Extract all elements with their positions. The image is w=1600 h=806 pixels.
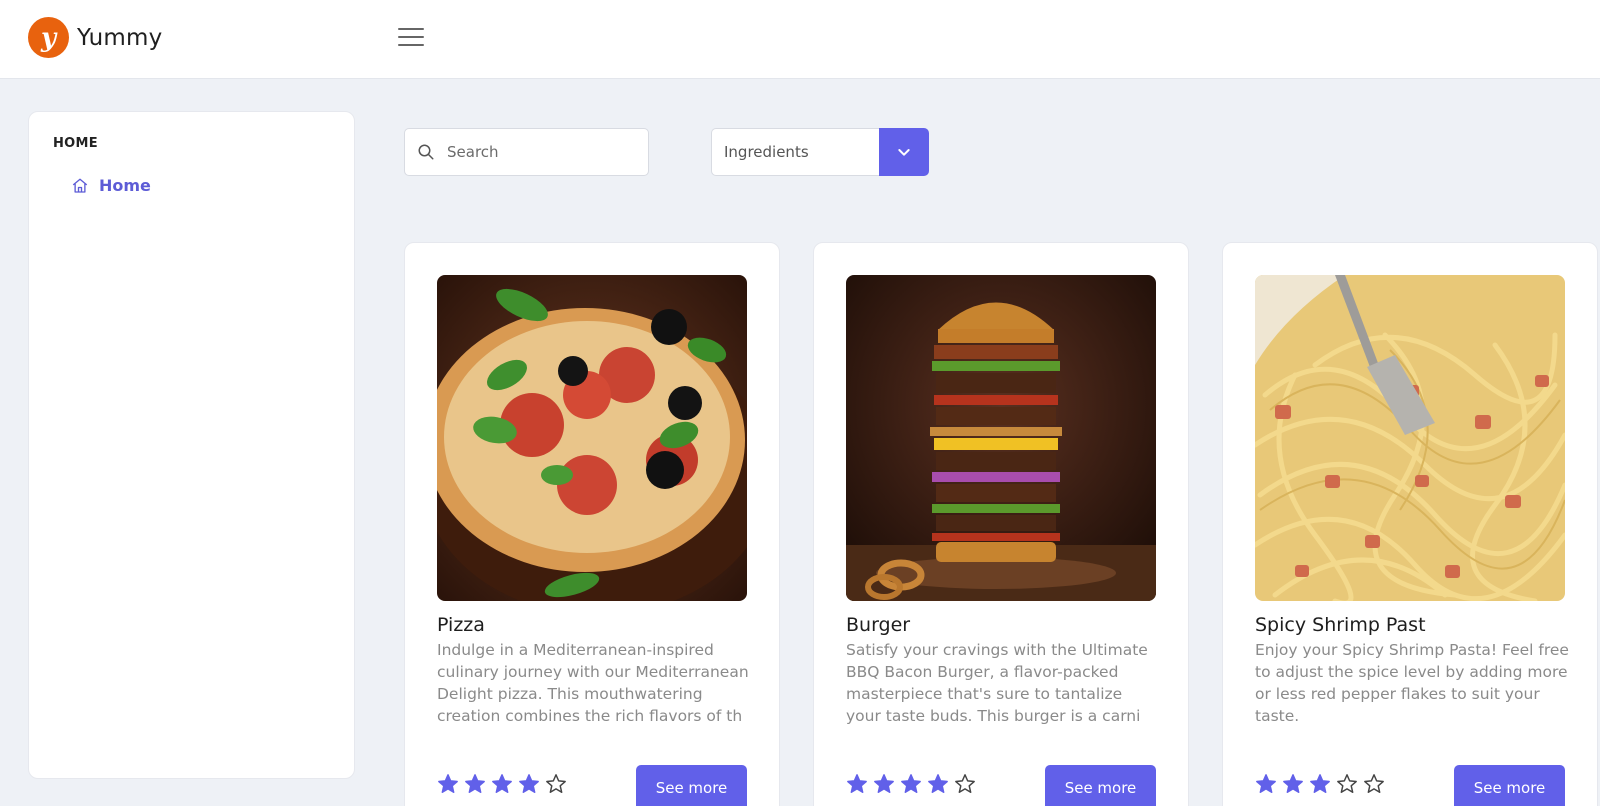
top-bar: y Yummy bbox=[0, 0, 1600, 79]
see-more-button[interactable]: See more bbox=[636, 765, 747, 806]
see-more-button[interactable]: See more bbox=[1454, 765, 1565, 806]
sidebar: HOME Home bbox=[28, 111, 355, 779]
recipe-title: Burger bbox=[846, 614, 911, 636]
dropdown-toggle-button[interactable] bbox=[879, 128, 929, 176]
recipe-card: Burger Satisfy your cravings with the Ul… bbox=[813, 242, 1189, 806]
search-box[interactable] bbox=[404, 128, 649, 176]
ingredients-select[interactable]: Ingredients bbox=[711, 128, 929, 176]
star-filled-icon bbox=[928, 774, 948, 793]
logo[interactable]: y Yummy bbox=[28, 17, 162, 58]
recipe-card: Spicy Shrimp Past Enjoy your Spicy Shrim… bbox=[1222, 242, 1598, 806]
recipe-description: Satisfy your cravings with the Ultimate … bbox=[846, 641, 1148, 725]
see-more-button[interactable]: See more bbox=[1045, 765, 1156, 806]
star-filled-icon bbox=[1256, 774, 1276, 793]
logo-badge: y bbox=[28, 17, 69, 58]
star-filled-icon bbox=[901, 774, 921, 793]
star-filled-icon bbox=[874, 774, 894, 793]
star-outline-icon bbox=[1337, 774, 1357, 793]
search-icon bbox=[418, 144, 434, 160]
star-filled-icon bbox=[438, 774, 458, 793]
sidebar-item-label: Home bbox=[99, 176, 151, 195]
star-outline-icon bbox=[955, 774, 975, 793]
recipe-description: Indulge in a Mediterranean-inspired culi… bbox=[437, 641, 749, 725]
star-filled-icon bbox=[847, 774, 867, 793]
app-name: Yummy bbox=[77, 24, 163, 51]
menu-toggle-icon[interactable] bbox=[398, 28, 424, 50]
burger-photo bbox=[846, 275, 1156, 601]
sidebar-item-home[interactable]: Home bbox=[71, 176, 151, 195]
recipe-title: Spicy Shrimp Past bbox=[1255, 614, 1426, 636]
recipe-title: Pizza bbox=[437, 614, 485, 636]
rating-stars bbox=[437, 773, 572, 795]
star-outline-icon bbox=[546, 774, 566, 793]
recipe-card: Pizza Indulge in a Mediterranean-inspire… bbox=[404, 242, 780, 806]
search-input[interactable] bbox=[447, 143, 627, 161]
pizza-photo bbox=[437, 275, 747, 601]
pasta-photo bbox=[1255, 275, 1565, 601]
star-filled-icon bbox=[519, 774, 539, 793]
chevron-down-icon bbox=[898, 149, 910, 156]
star-filled-icon bbox=[465, 774, 485, 793]
star-filled-icon bbox=[492, 774, 512, 793]
star-filled-icon bbox=[1283, 774, 1303, 793]
star-filled-icon bbox=[1310, 774, 1330, 793]
rating-stars bbox=[846, 773, 981, 795]
home-icon bbox=[72, 178, 88, 193]
ingredients-select-value[interactable]: Ingredients bbox=[711, 128, 879, 176]
rating-stars bbox=[1255, 773, 1390, 795]
recipe-description: Enjoy your Spicy Shrimp Pasta! Feel free… bbox=[1255, 641, 1569, 725]
star-outline-icon bbox=[1364, 774, 1384, 793]
sidebar-heading: HOME bbox=[53, 136, 98, 151]
